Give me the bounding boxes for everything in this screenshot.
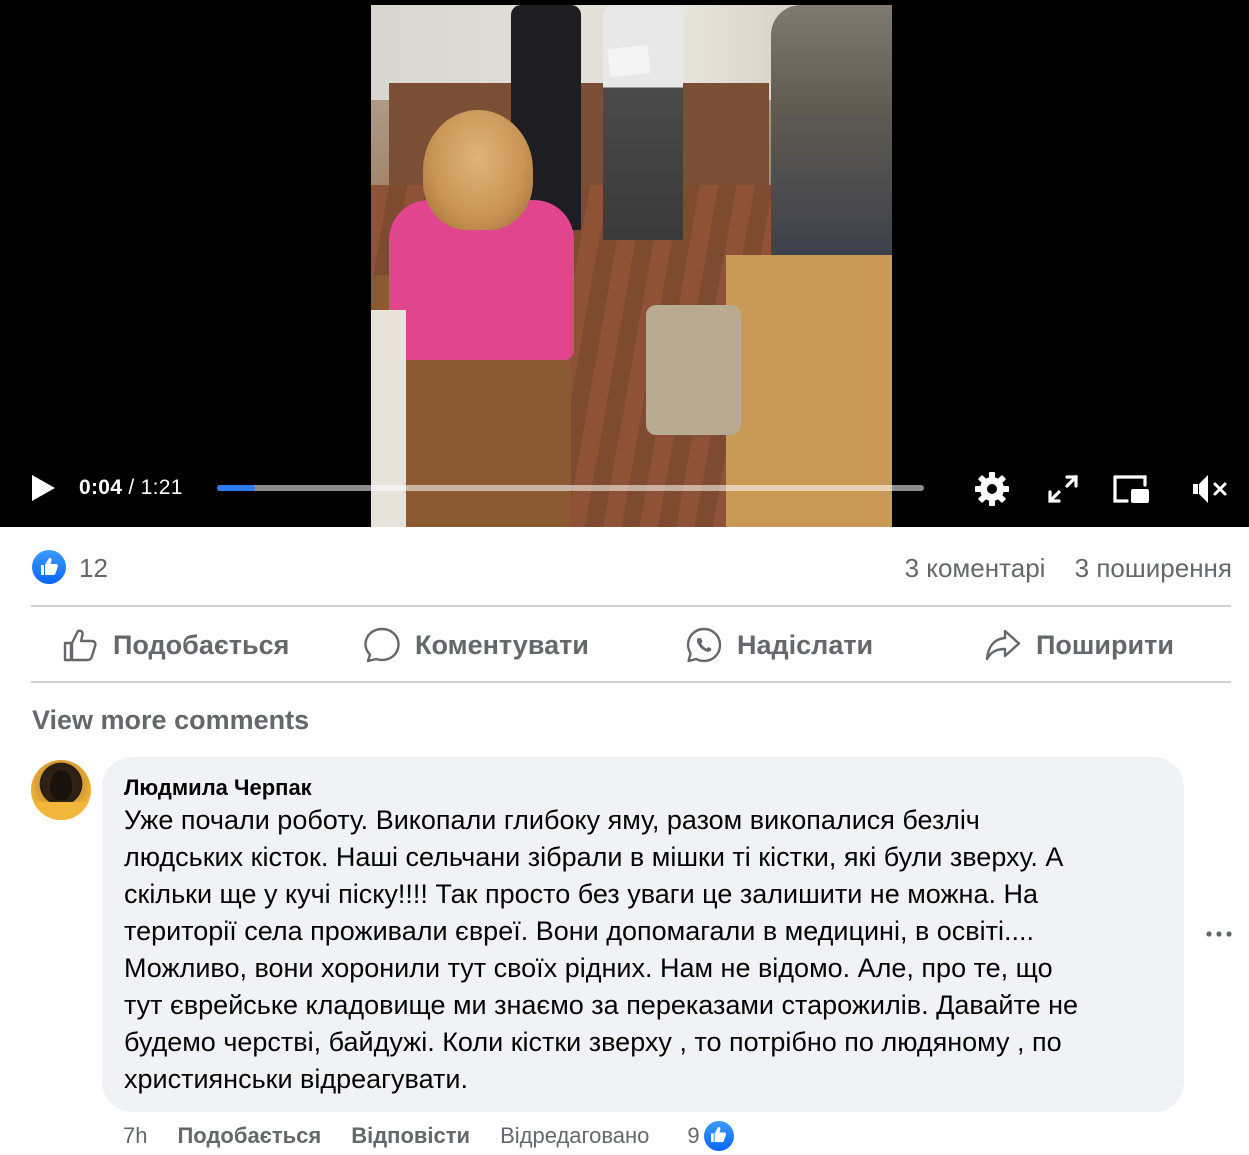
send-label: Надіслати xyxy=(737,629,874,660)
comment-reaction-count: 9 xyxy=(687,1123,700,1148)
play-icon[interactable] xyxy=(30,474,56,502)
view-more-comments-link[interactable]: View more comments xyxy=(32,705,309,736)
like-button[interactable]: Подобається xyxy=(61,624,289,666)
post-stats: 12 3 коментарі 3 поширення xyxy=(32,548,1232,588)
comment-line: християнськи відреагувати. xyxy=(124,1064,468,1094)
fullscreen-icon[interactable] xyxy=(1043,469,1083,509)
comment-count[interactable]: 3 коментарі xyxy=(905,553,1046,583)
comment-time[interactable]: 7h xyxy=(123,1123,147,1149)
picture-in-picture-icon[interactable] xyxy=(1111,469,1151,509)
like-count[interactable]: 12 xyxy=(79,553,108,584)
comment-line: Уже почали роботу. Викопали глибоку яму,… xyxy=(124,805,980,835)
avatar[interactable] xyxy=(31,760,91,820)
divider xyxy=(31,681,1231,683)
share-button[interactable]: Поширити xyxy=(984,624,1174,666)
comment-label: Коментувати xyxy=(415,629,589,660)
current-time: 0:04 xyxy=(79,476,123,499)
send-button[interactable]: Надіслати xyxy=(685,624,873,666)
mute-icon[interactable] xyxy=(1190,469,1230,509)
like-reaction-icon xyxy=(701,1119,736,1153)
post-action-bar: Подобається Коментувати Надіслати Пошири… xyxy=(31,610,1231,680)
video-progress-bar[interactable] xyxy=(217,485,924,491)
video-time: 0:04 / 1:21 xyxy=(79,476,183,500)
comment-author[interactable]: Людмила Черпак xyxy=(124,775,1162,801)
video-controls: 0:04 / 1:21 xyxy=(0,458,1249,518)
video-player[interactable]: 0:04 / 1:21 xyxy=(0,0,1249,527)
edited-label[interactable]: Відредаговано xyxy=(500,1123,649,1149)
comment-text: Уже почали роботу. Викопали глибоку яму,… xyxy=(124,802,1164,1098)
duration: 1:21 xyxy=(140,476,183,499)
whatsapp-icon xyxy=(686,627,722,663)
comment-bubble-icon xyxy=(364,627,400,663)
comment-reactions[interactable]: 9 xyxy=(687,1119,736,1153)
comment-like-button[interactable]: Подобається xyxy=(177,1123,321,1149)
more-options-icon[interactable] xyxy=(1203,922,1235,946)
share-count[interactable]: 3 поширення xyxy=(1075,553,1232,583)
time-separator: / xyxy=(128,476,135,499)
thumbs-up-icon xyxy=(63,629,97,662)
video-frame xyxy=(371,5,892,527)
comment-meta: 7h Подобається Відповісти Відредаговано … xyxy=(123,1119,736,1153)
comment-line: людських кісток. Наші сельчани зібрали в… xyxy=(124,842,1064,872)
comment-line: скільки ще у кучі піску!!!! Так просто б… xyxy=(124,879,1038,909)
comment-button[interactable]: Коментувати xyxy=(363,624,589,666)
gear-icon[interactable] xyxy=(972,469,1012,509)
divider xyxy=(31,605,1231,607)
post-stats-right: 3 коментарі 3 поширення xyxy=(883,553,1232,584)
comment-bubble: Людмила Черпак Уже почали роботу. Викопа… xyxy=(102,757,1184,1112)
share-arrow-icon xyxy=(985,629,1021,661)
comment-line: будемо черстві, байдужі. Коли кістки зве… xyxy=(124,1027,1062,1057)
like-reaction-icon[interactable] xyxy=(32,550,66,584)
comment-line: території села проживали євреї. Вони доп… xyxy=(124,916,1035,946)
comment-reply-button[interactable]: Відповісти xyxy=(351,1123,470,1149)
comment-line: тут єврейське кладовище ми знаємо за пер… xyxy=(124,990,1079,1020)
share-label: Поширити xyxy=(1036,629,1174,660)
comment-line: Можливо, вони хоронили тут своїх рідних.… xyxy=(124,953,1053,983)
video-progress-fill xyxy=(217,485,256,491)
like-label: Подобається xyxy=(113,629,290,660)
